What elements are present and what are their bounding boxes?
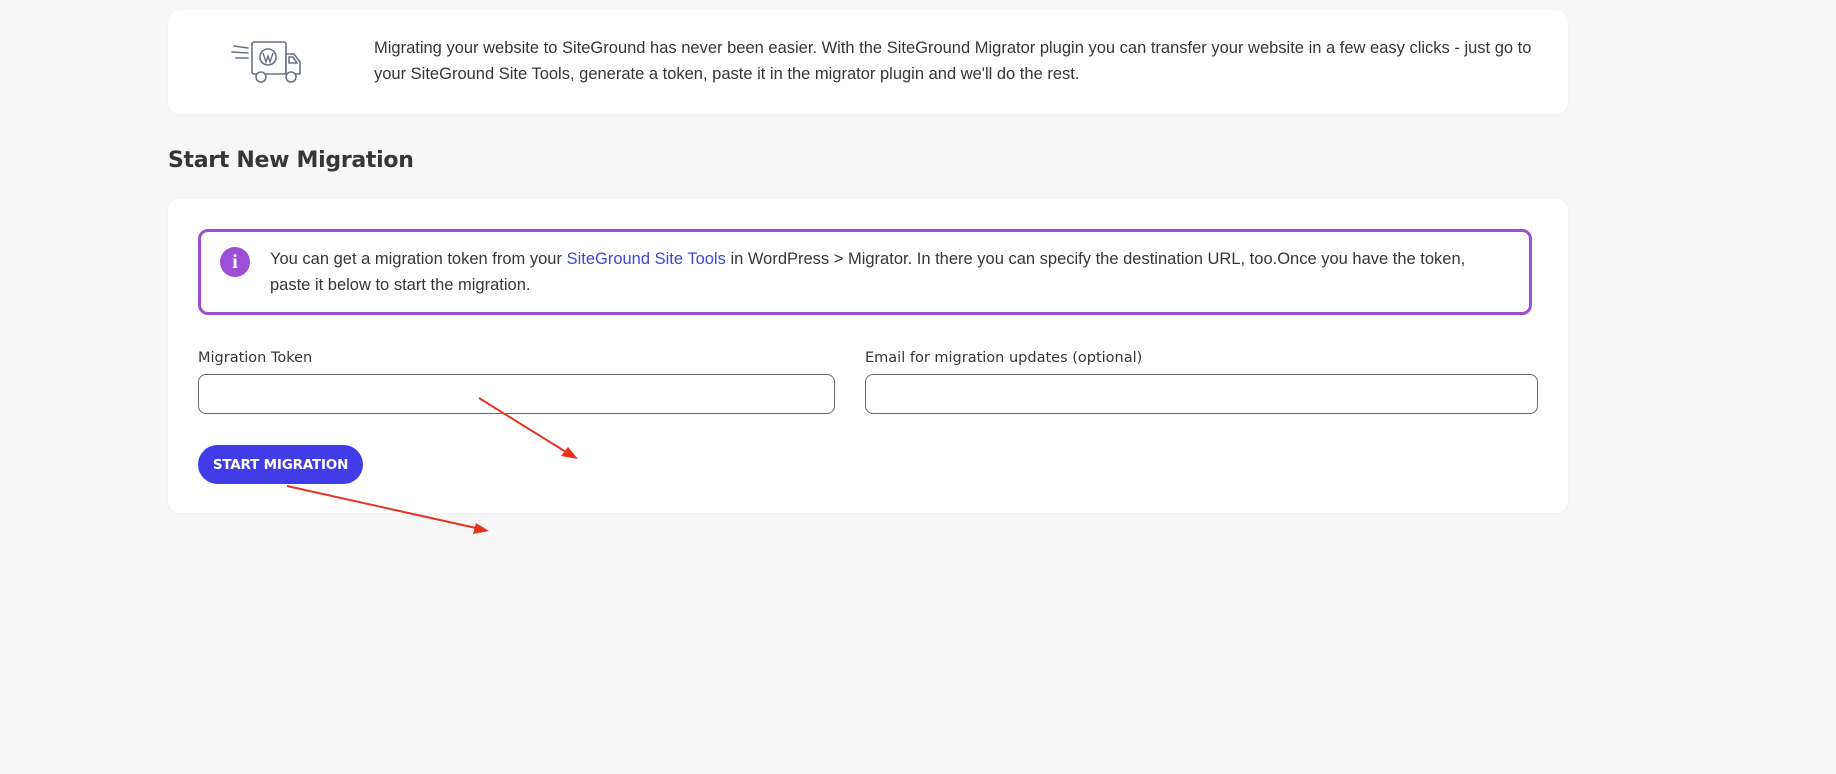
email-label: Email for migration updates (optional) <box>865 350 1143 366</box>
migration-form-card: i You can get a migration token from you… <box>168 199 1568 513</box>
info-notice: i You can get a migration token from you… <box>198 229 1532 315</box>
notice-text: You can get a migration token from your … <box>270 246 1500 298</box>
intro-card: Migrating your website to SiteGround has… <box>168 10 1568 114</box>
info-icon: i <box>220 247 250 277</box>
page-title: Start New Migration <box>168 148 414 173</box>
intro-description: Migrating your website to SiteGround has… <box>374 39 1532 83</box>
migration-truck-icon <box>231 41 301 83</box>
site-tools-link[interactable]: SiteGround Site Tools <box>567 250 726 268</box>
notice-text-before: You can get a migration token from your <box>270 250 567 268</box>
email-input[interactable] <box>865 374 1538 414</box>
page: Migrating your website to SiteGround has… <box>0 0 1836 774</box>
start-migration-button[interactable]: START MIGRATION <box>198 445 363 484</box>
migration-token-input[interactable] <box>198 374 835 414</box>
migration-token-label: Migration Token <box>198 350 313 366</box>
